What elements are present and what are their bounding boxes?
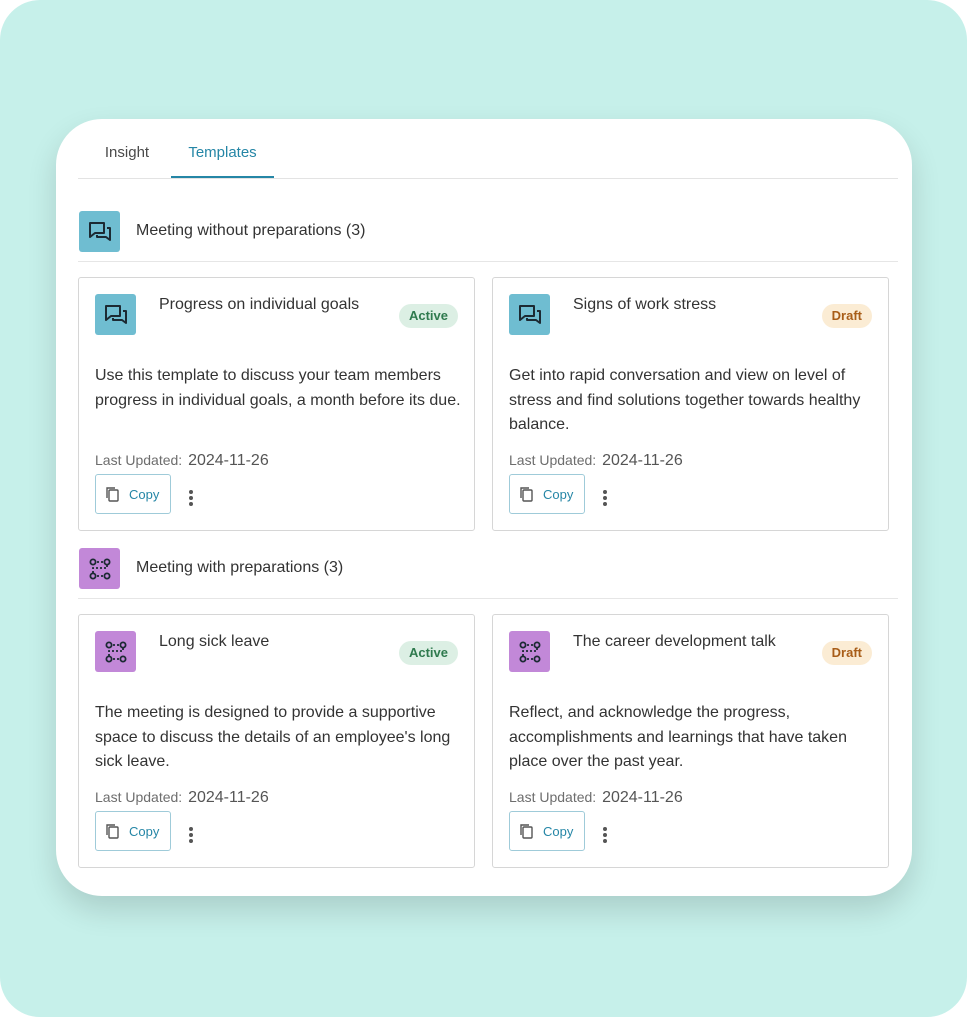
- status-badge: Active: [398, 304, 458, 328]
- copy-label: Copy: [129, 823, 160, 839]
- tab-insight[interactable]: Insight: [101, 144, 153, 178]
- copy-button[interactable]: Copy: [95, 474, 171, 514]
- last-updated-date: 2024-11-26: [602, 789, 683, 806]
- section-header-with-preparations: Meeting with preparations (3): [78, 548, 898, 599]
- card-title[interactable]: Long sick leave: [159, 633, 269, 651]
- last-updated: Last Updated: 2024-11-26: [95, 452, 269, 470]
- flow-icon: [95, 631, 136, 672]
- template-card[interactable]: Signs of work stress Draft Get into rapi…: [492, 277, 889, 531]
- last-updated-date: 2024-11-26: [188, 452, 269, 469]
- copy-label: Copy: [543, 823, 574, 839]
- template-card[interactable]: The career development talk Draft Reflec…: [492, 614, 889, 868]
- card-title[interactable]: The career development talk: [573, 633, 776, 651]
- more-options-icon[interactable]: [183, 486, 199, 510]
- tab-bar: Insight Templates: [78, 119, 898, 179]
- card-description: Use this template to discuss your team m…: [95, 367, 461, 409]
- card-description: Get into rapid conversation and view on …: [509, 367, 861, 433]
- section-title: Meeting without preparations (3): [136, 222, 366, 239]
- chat-bubbles-icon: [79, 211, 120, 252]
- last-updated-label: Last Updated:: [95, 789, 183, 805]
- more-options-icon[interactable]: [597, 486, 613, 510]
- last-updated-label: Last Updated:: [509, 789, 597, 805]
- last-updated: Last Updated: 2024-11-26: [95, 789, 269, 807]
- status-badge: Draft: [821, 641, 872, 665]
- section-title: Meeting with preparations (3): [136, 559, 344, 576]
- card-title[interactable]: Signs of work stress: [573, 296, 716, 314]
- copy-button[interactable]: Copy: [509, 474, 585, 514]
- card-title[interactable]: Progress on individual goals: [159, 296, 359, 314]
- chat-bubbles-icon: [95, 294, 136, 335]
- last-updated-label: Last Updated:: [509, 452, 597, 468]
- template-card[interactable]: Progress on individual goals Active Use …: [78, 277, 475, 531]
- copy-icon: [520, 823, 533, 839]
- last-updated-date: 2024-11-26: [188, 789, 269, 806]
- card-description: The meeting is designed to provide a sup…: [95, 704, 451, 770]
- status-badge: Active: [398, 641, 458, 665]
- copy-icon: [520, 486, 533, 502]
- card-description: Reflect, and acknowledge the progress, a…: [509, 704, 847, 770]
- flow-icon: [79, 548, 120, 589]
- copy-icon: [106, 823, 119, 839]
- section-header-without-preparations: Meeting without preparations (3): [78, 211, 898, 262]
- flow-icon: [509, 631, 550, 672]
- last-updated: Last Updated: 2024-11-26: [509, 452, 683, 470]
- more-options-icon[interactable]: [597, 823, 613, 847]
- status-badge: Draft: [821, 304, 872, 328]
- template-card[interactable]: Long sick leave Active The meeting is de…: [78, 614, 475, 868]
- more-options-icon[interactable]: [183, 823, 199, 847]
- chat-bubbles-icon: [509, 294, 550, 335]
- copy-button[interactable]: Copy: [95, 811, 171, 851]
- last-updated: Last Updated: 2024-11-26: [509, 789, 683, 807]
- copy-label: Copy: [543, 486, 574, 502]
- tab-templates[interactable]: Templates: [171, 144, 274, 178]
- copy-button[interactable]: Copy: [509, 811, 585, 851]
- last-updated-label: Last Updated:: [95, 452, 183, 468]
- copy-label: Copy: [129, 486, 160, 502]
- copy-icon: [106, 486, 119, 502]
- templates-panel: Insight Templates Meeting without prepar…: [56, 119, 912, 896]
- last-updated-date: 2024-11-26: [602, 452, 683, 469]
